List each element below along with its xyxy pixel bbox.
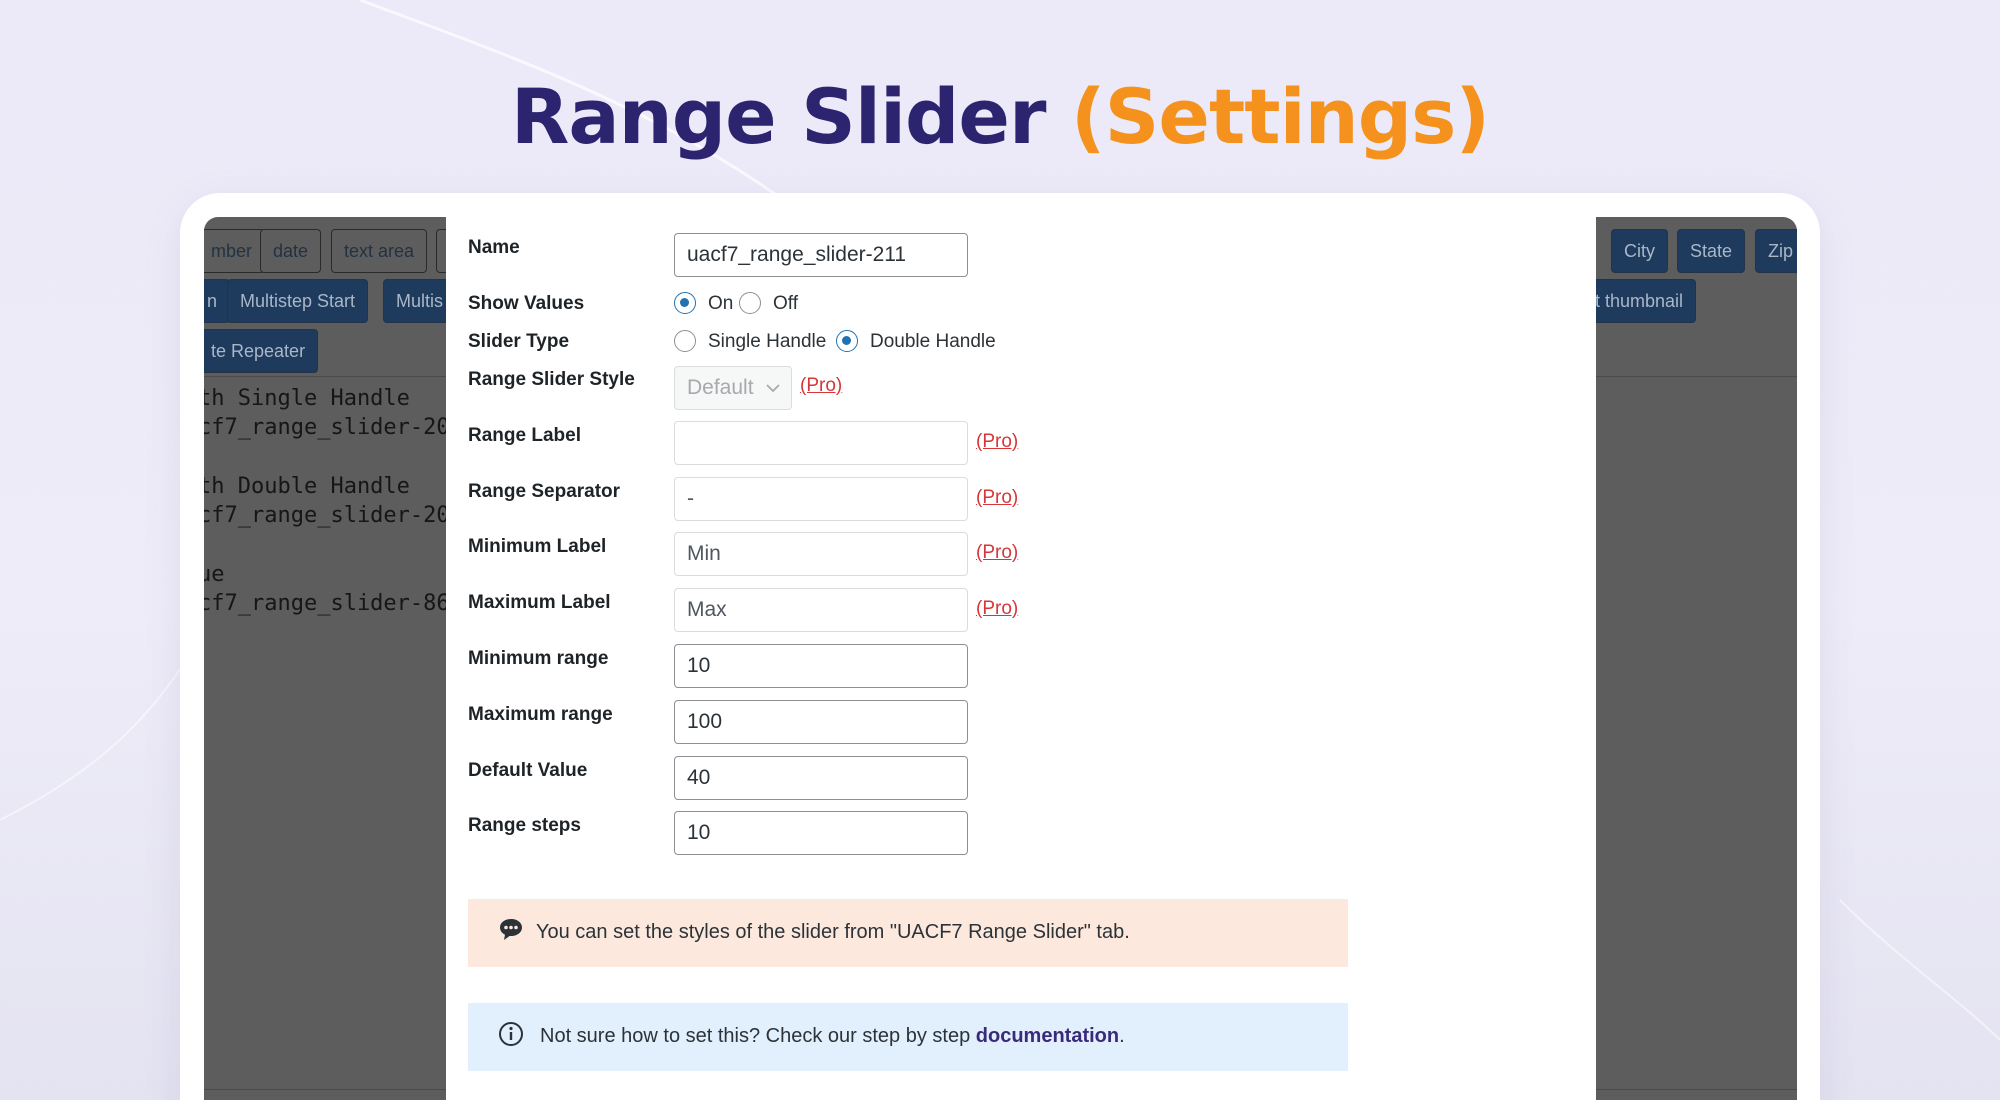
range-steps-label: Range steps <box>468 815 581 836</box>
styles-tip-notice: You can set the styles of the slider fro… <box>468 899 1348 967</box>
tag-button-zip[interactable]: Zip <box>1755 229 1797 273</box>
show-values-label: Show Values <box>468 293 585 314</box>
tag-button-number[interactable]: mber <box>204 229 266 273</box>
range-slider-style-pro-link[interactable]: (Pro) <box>800 375 842 397</box>
range-slider-settings-modal: Name Show Values On Off Slider Type Sing… <box>446 217 1596 1100</box>
range-label-field[interactable] <box>674 421 968 465</box>
maximum-label-pro-link[interactable]: (Pro) <box>976 598 1018 620</box>
page-headline: Range Slider (Settings) <box>0 72 2000 161</box>
tag-button-state[interactable]: State <box>1677 229 1746 273</box>
range-separator-pro-link[interactable]: (Pro) <box>976 487 1018 509</box>
range-label-pro-link[interactable]: (Pro) <box>976 431 1018 453</box>
name-label: Name <box>468 237 520 258</box>
range-slider-style-value: Default <box>687 376 754 399</box>
range-slider-style-label: Range Slider Style <box>468 369 635 390</box>
range-separator-label: Range Separator <box>468 481 621 502</box>
maximum-range-label: Maximum range <box>468 704 613 725</box>
range-slider-style-select[interactable]: Default <box>674 366 792 410</box>
info-icon <box>499 1022 523 1046</box>
show-values-on-radio[interactable] <box>674 292 696 314</box>
name-field[interactable] <box>674 233 968 277</box>
code-line: ue <box>204 562 225 587</box>
tag-button-multistep-start[interactable]: Multistep Start <box>227 279 369 323</box>
code-line: cf7_range_slider-860 <box>204 591 463 616</box>
headline-main: Range Slider <box>510 72 1047 161</box>
documentation-link[interactable]: documentation <box>976 1025 1119 1047</box>
code-line: th Double Handle <box>204 474 410 499</box>
styles-tip-text: You can set the styles of the slider fro… <box>536 921 1130 943</box>
maximum-label-label: Maximum Label <box>468 592 611 613</box>
slider-type-double-label: Double Handle <box>870 331 996 352</box>
show-values-on-label: On <box>708 293 734 314</box>
tag-button-post-thumbnail[interactable]: t thumbnail <box>1582 279 1697 323</box>
documentation-suffix: . <box>1119 1025 1125 1047</box>
slider-type-double-radio[interactable] <box>836 330 858 352</box>
code-line: cf7_range_slider-208 <box>204 415 463 440</box>
tag-button-text-area[interactable]: text area <box>331 229 428 273</box>
slider-type-single-radio[interactable] <box>674 330 696 352</box>
documentation-notice: Not sure how to set this? Check our step… <box>468 1003 1348 1071</box>
range-steps-field[interactable] <box>674 811 968 855</box>
tag-button-repeater[interactable]: te Repeater <box>204 329 319 373</box>
minimum-label-field[interactable] <box>674 532 968 576</box>
code-line: th Single Handle <box>204 386 410 411</box>
chevron-down-icon <box>766 384 780 393</box>
range-label-label: Range Label <box>468 425 581 446</box>
slider-type-label: Slider Type <box>468 331 570 352</box>
documentation-text: Not sure how to set this? Check our step… <box>540 1025 1125 1048</box>
minimum-range-field[interactable] <box>674 644 968 688</box>
code-line: cf7_range_slider-208 <box>204 503 463 528</box>
maximum-range-field[interactable] <box>674 700 968 744</box>
documentation-prefix: Not sure how to set this? Check our step… <box>540 1025 971 1047</box>
slider-type-single-label: Single Handle <box>708 331 827 352</box>
default-value-field[interactable] <box>674 756 968 800</box>
minimum-label-pro-link[interactable]: (Pro) <box>976 542 1018 564</box>
show-values-off-label: Off <box>773 293 798 314</box>
range-separator-field[interactable] <box>674 477 968 521</box>
headline-accent: (Settings) <box>1070 72 1490 161</box>
minimum-range-label: Minimum range <box>468 648 609 669</box>
tag-button-city[interactable]: City <box>1611 229 1668 273</box>
minimum-label-label: Minimum Label <box>468 536 607 557</box>
show-values-off-radio[interactable] <box>739 292 761 314</box>
maximum-label-field[interactable] <box>674 588 968 632</box>
default-value-label: Default Value <box>468 760 588 781</box>
tag-button-date[interactable]: date <box>260 229 322 273</box>
chat-bubble-icon <box>500 919 522 940</box>
